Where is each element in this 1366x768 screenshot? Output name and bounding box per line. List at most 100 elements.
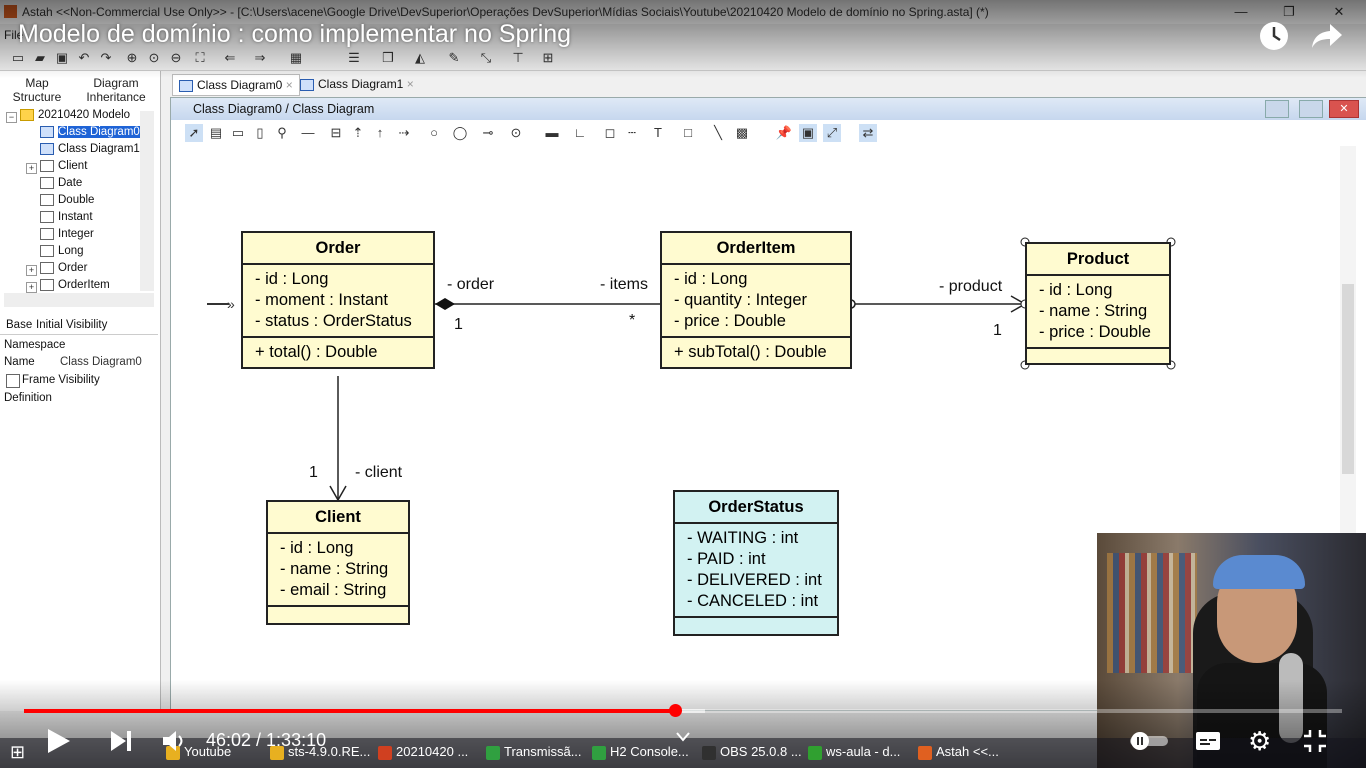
forward-arrow-icon[interactable]: ⇒: [252, 50, 268, 66]
close-window-button[interactable]: ✕: [1330, 3, 1348, 21]
product-role-label[interactable]: - product: [939, 278, 1002, 296]
client-multiplicity[interactable]: 1: [309, 464, 318, 482]
layer-icon[interactable]: ❒: [380, 50, 396, 66]
note-tool-icon[interactable]: ▬: [543, 124, 561, 142]
image-tool-icon[interactable]: ▩: [733, 124, 751, 142]
class-product[interactable]: Product - id : Long - name : String - pr…: [1025, 242, 1171, 365]
line-tool-icon[interactable]: ╲: [709, 124, 727, 142]
redo-icon[interactable]: ↷: [98, 50, 114, 66]
anchor-tool-icon[interactable]: ∟: [571, 124, 589, 142]
select-pointer-icon[interactable]: ➚: [185, 124, 203, 142]
aggregation-tool-icon[interactable]: ⊟: [327, 124, 345, 142]
frame-minimize-button[interactable]: [1265, 100, 1289, 118]
class-tool-icon[interactable]: ▤: [207, 124, 225, 142]
video-scrubber[interactable]: [669, 704, 682, 717]
dependency-tool-icon[interactable]: ⇢: [395, 124, 413, 142]
chevron-down-icon[interactable]: [674, 730, 692, 744]
undo-icon[interactable]: ↶: [76, 50, 92, 66]
tree-item[interactable]: Double: [40, 194, 94, 210]
zoom-out-icon[interactable]: ⊖: [168, 50, 184, 66]
rectangle-tool-icon[interactable]: □: [679, 124, 697, 142]
zoom-icon[interactable]: ⊙: [146, 50, 162, 66]
provided-interface-icon[interactable]: ⊸: [479, 124, 497, 142]
circle-tool-icon[interactable]: ○: [425, 124, 443, 142]
tab-map-structure[interactable]: Map Structure: [8, 76, 66, 104]
order-role-label[interactable]: - order: [447, 276, 494, 294]
line-style-icon[interactable]: ⤡: [478, 50, 494, 66]
new-file-icon[interactable]: ▭: [10, 50, 26, 66]
snap-icon[interactable]: ▣: [799, 124, 817, 142]
interface-tool-icon[interactable]: ◯: [451, 124, 469, 142]
class-orderitem[interactable]: OrderItem - id : Long - quantity : Integ…: [660, 231, 852, 369]
zoom-in-icon[interactable]: ⊕: [124, 50, 140, 66]
class-order[interactable]: Order - id : Long - moment : Instant - s…: [241, 231, 435, 369]
tree-item[interactable]: Date: [40, 177, 82, 193]
tree-item[interactable]: Client: [40, 160, 87, 176]
share-icon[interactable]: [1310, 20, 1344, 52]
tree-item[interactable]: Order: [40, 262, 87, 278]
tab-diagram-inheritance[interactable]: Diagram Inheritance: [80, 76, 152, 104]
tab-base[interactable]: Base: [6, 319, 32, 331]
line-color-icon[interactable]: ✎: [446, 50, 462, 66]
enum-orderstatus[interactable]: OrderStatus - WAITING : int - PAID : int…: [673, 490, 839, 636]
frame-maximize-button[interactable]: [1299, 100, 1323, 118]
auto-layout-icon[interactable]: ⇄: [859, 124, 877, 142]
tab-class-diagram0[interactable]: Class Diagram0 ×: [172, 74, 300, 96]
volume-icon[interactable]: [160, 727, 188, 755]
text-tool-icon[interactable]: T: [649, 124, 667, 142]
association-tool-icon[interactable]: —: [299, 124, 317, 142]
save-icon[interactable]: ▣: [54, 50, 70, 66]
subsystem-tool-icon[interactable]: ▯: [251, 124, 269, 142]
pin-tool-icon[interactable]: ⚲: [273, 124, 291, 142]
tree-item[interactable]: Class Diagram0: [40, 126, 140, 142]
tree-item[interactable]: Class Diagram1: [40, 143, 140, 159]
dotted-line-tool-icon[interactable]: ┄: [623, 124, 641, 142]
back-arrow-icon[interactable]: ⇐: [222, 50, 238, 66]
name-field[interactable]: Class Diagram0: [60, 356, 142, 368]
pin-icon[interactable]: 📌: [775, 124, 793, 142]
open-folder-icon[interactable]: ▰: [32, 50, 48, 66]
taskbar-app[interactable]: H2 Console...: [592, 744, 689, 762]
subtitles-icon[interactable]: [1194, 729, 1222, 753]
tree-item[interactable]: Long: [40, 245, 84, 261]
items-role-label[interactable]: - items: [600, 276, 648, 294]
scroll-thumb[interactable]: [1342, 284, 1354, 474]
restore-button[interactable]: ❐: [1280, 3, 1298, 21]
required-interface-icon[interactable]: ⊙: [507, 124, 525, 142]
frame-visibility-checkbox[interactable]: [6, 374, 20, 388]
minimize-button[interactable]: —: [1232, 3, 1250, 21]
next-icon[interactable]: [108, 728, 134, 754]
class-client[interactable]: Client - id : Long - name : String - ema…: [266, 500, 410, 625]
generalization-tool-icon[interactable]: ⇡: [349, 124, 367, 142]
package-tool-icon[interactable]: ▭: [229, 124, 247, 142]
line-style-tool-icon[interactable]: ⤢: [823, 124, 841, 142]
tree-expander-icon[interactable]: −: [6, 112, 17, 123]
tree-item[interactable]: 20210420 Modelo: [20, 109, 130, 125]
video-title[interactable]: Modelo de domínio : como implementar no …: [18, 20, 571, 49]
taskbar-app[interactable]: 20210420 ...: [378, 744, 468, 762]
product-multiplicity[interactable]: 1: [993, 322, 1002, 340]
tree-item[interactable]: Instant: [40, 211, 93, 227]
autoplay-toggle[interactable]: [1126, 730, 1172, 752]
frame-close-button[interactable]: ✕: [1329, 100, 1359, 118]
grid-icon[interactable]: ▦: [288, 50, 304, 66]
tree-scrollbar[interactable]: [140, 111, 154, 291]
taskbar-app[interactable]: Transmissã...: [486, 744, 582, 762]
exit-fullscreen-icon[interactable]: [1302, 728, 1328, 754]
tree-hscrollbar[interactable]: [4, 293, 154, 307]
layout-icon[interactable]: ⊞: [540, 50, 556, 66]
play-icon[interactable]: [44, 726, 72, 756]
clock-icon[interactable]: [1258, 20, 1290, 52]
align-icon[interactable]: ☰: [346, 50, 362, 66]
tab-initial-visibility[interactable]: Initial Visibility: [36, 319, 107, 331]
frame-tool-icon[interactable]: ◻: [601, 124, 619, 142]
taskbar-app[interactable]: ws-aula - d...: [808, 744, 900, 762]
items-multiplicity[interactable]: *: [629, 312, 635, 330]
taskbar-app[interactable]: Astah <<...: [918, 744, 999, 762]
client-role-label[interactable]: - client: [355, 464, 402, 482]
tab-class-diagram1[interactable]: Class Diagram1 ×: [294, 74, 420, 94]
tree-item[interactable]: Integer: [40, 228, 94, 244]
paint-bucket-icon[interactable]: ◭: [412, 50, 428, 66]
tree-expander-icon[interactable]: +: [26, 282, 37, 293]
realization-tool-icon[interactable]: ↑: [371, 124, 389, 142]
